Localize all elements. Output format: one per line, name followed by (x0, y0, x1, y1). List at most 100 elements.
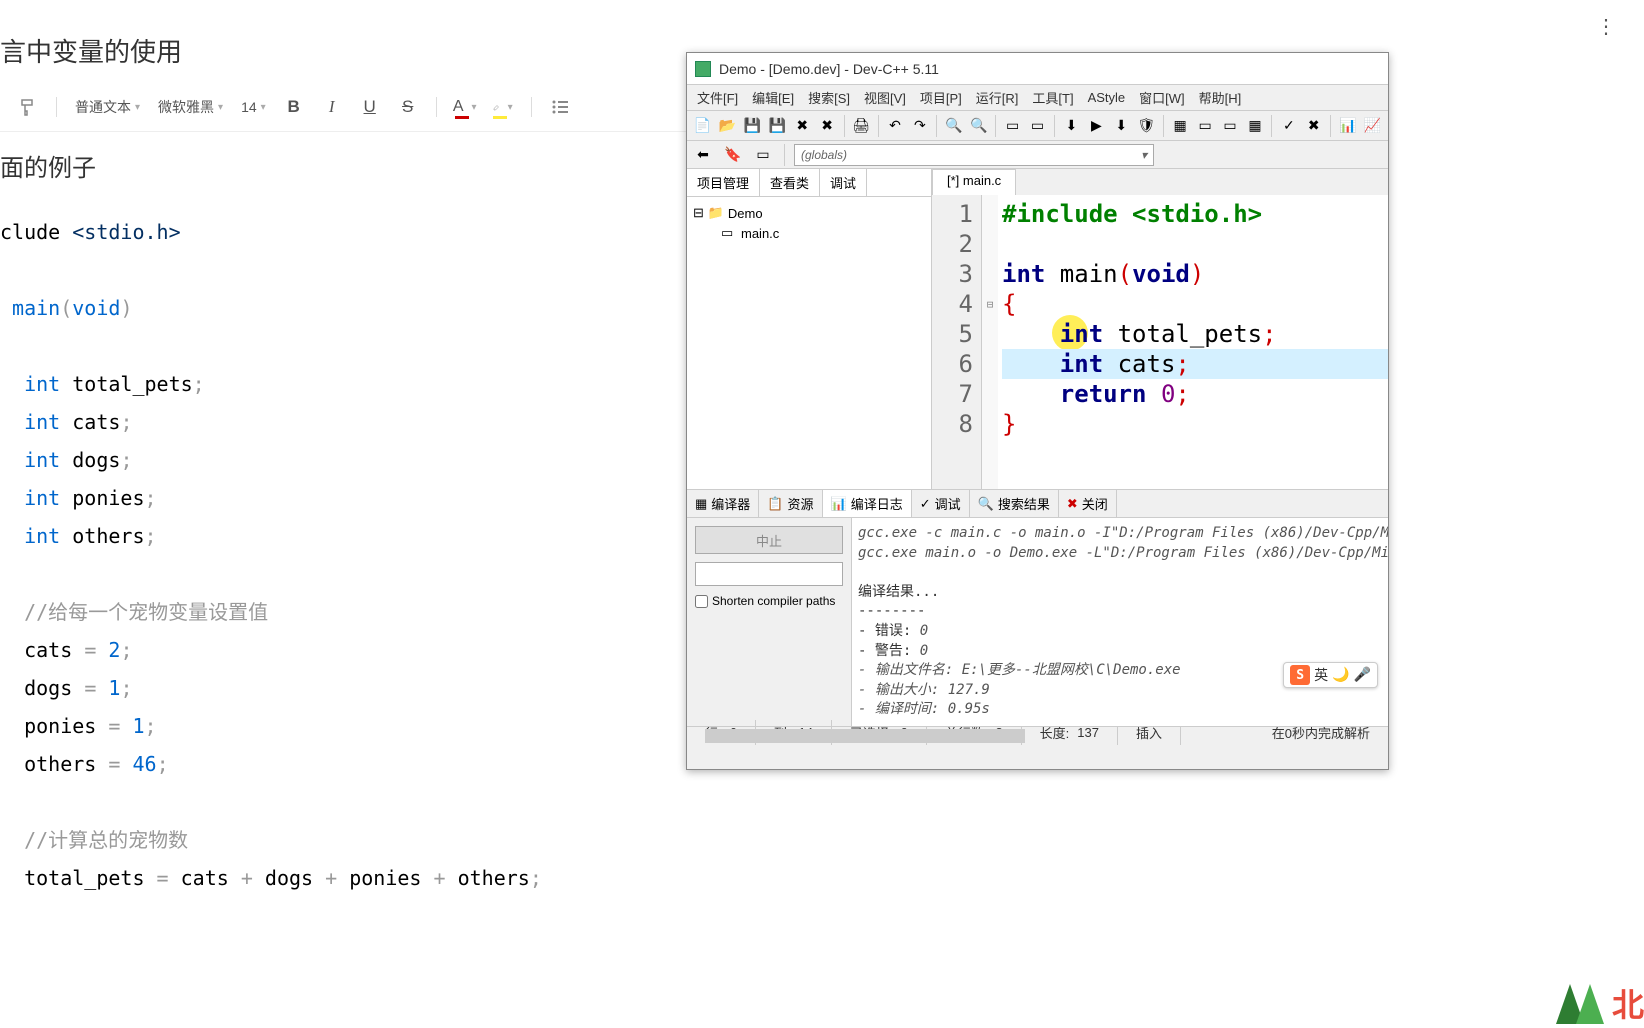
devcpp-window: Demo - [Demo.dev] - Dev-C++ 5.11 文件[F] 编… (686, 52, 1389, 770)
tab-project[interactable]: 项目管理 (687, 169, 760, 196)
compile-run-icon[interactable]: ⬇ (1110, 114, 1133, 138)
file-icon: ▭ (721, 225, 737, 241)
moon-icon: 🌙 (1332, 667, 1349, 683)
bookmark-icon[interactable]: 🔖 (721, 143, 745, 167)
compile-icon[interactable]: ⬇ (1060, 114, 1083, 138)
replace-icon[interactable]: 🔍 (967, 114, 990, 138)
ime-lang: 英 (1314, 665, 1328, 685)
code-line (0, 330, 686, 362)
delete-icon[interactable]: ✖ (1302, 114, 1325, 138)
underline-button[interactable]: U (360, 97, 380, 117)
main-area: 项目管理 查看类 调试 ⊟📁Demo ▭main.c [*] main.c 1 … (687, 169, 1388, 489)
close-all-icon[interactable]: ✖ (816, 114, 839, 138)
titlebar[interactable]: Demo - [Demo.dev] - Dev-C++ 5.11 (687, 53, 1388, 85)
separator (844, 115, 845, 137)
output-content: 中止 Shorten compiler paths gcc.exe -c mai… (687, 518, 1388, 726)
line-gutter: 1 2 3 4 5 6 7 8 (932, 195, 982, 489)
ime-indicator[interactable]: S 英 🌙 🎤 (1283, 662, 1378, 688)
menu-window[interactable]: 窗口[W] (1133, 86, 1191, 109)
kebab-menu-icon[interactable]: ⋮ (1596, 14, 1616, 39)
code-line: clude <stdio.h> (0, 216, 686, 248)
menu-astyle[interactable]: AStyle (1082, 88, 1132, 107)
print-icon[interactable]: 🖨 (850, 114, 873, 138)
tree-root[interactable]: ⊟📁Demo (693, 203, 925, 223)
save-icon[interactable]: 💾 (741, 114, 764, 138)
logo-icon (1556, 978, 1606, 1028)
tab-classes[interactable]: 查看类 (760, 169, 820, 196)
scrollbar-thumb[interactable] (705, 729, 1025, 743)
code-content[interactable]: #include <stdio.h> int main(void) { int … (998, 195, 1388, 489)
grid4-icon[interactable]: ▦ (1243, 114, 1266, 138)
outdent-icon[interactable]: ▭ (1026, 114, 1049, 138)
stop-button[interactable]: 中止 (695, 526, 843, 554)
font-color-button[interactable]: A▾ (455, 97, 475, 117)
grid-icon: ▦ (695, 496, 707, 512)
goto-icon[interactable]: ⬅ (691, 143, 715, 167)
sogou-icon: S (1290, 665, 1310, 685)
tab-close[interactable]: ✖关闭 (1059, 490, 1117, 517)
menu-run[interactable]: 运行[R] (970, 86, 1025, 109)
resource-icon: 📋 (767, 496, 783, 512)
save-all-icon[interactable]: 💾 (766, 114, 789, 138)
highlight-color-button[interactable]: ▾ (493, 97, 513, 117)
strikethrough-button[interactable]: S (398, 97, 418, 117)
project-tree: ⊟📁Demo ▭main.c (687, 197, 931, 249)
menu-view[interactable]: 视图[V] (858, 86, 912, 109)
mic-icon: 🎤 (1354, 667, 1371, 683)
new-file-icon[interactable]: 📄 (691, 114, 714, 138)
italic-button[interactable]: I (322, 97, 342, 117)
globals-dropdown[interactable]: (globals)▾ (794, 144, 1154, 166)
grid2-icon[interactable]: ▭ (1194, 114, 1217, 138)
compile-log[interactable]: gcc.exe -c main.c -o main.o -I"D:/Progra… (852, 518, 1388, 726)
menu-edit[interactable]: 编辑[E] (746, 86, 800, 109)
menu-project[interactable]: 项目[P] (914, 86, 968, 109)
tree-file[interactable]: ▭main.c (721, 223, 925, 243)
run-icon[interactable]: ▶ (1085, 114, 1108, 138)
font-size-dropdown[interactable]: 14▾ (241, 99, 266, 115)
redo-icon[interactable]: ↷ (908, 114, 931, 138)
menu-help[interactable]: 帮助[H] (1193, 86, 1248, 109)
chart-icon[interactable]: 📊 (1336, 114, 1359, 138)
code-line: total_pets = cats + dogs + ponies + othe… (0, 862, 686, 894)
horizontal-scrollbar[interactable] (687, 726, 1388, 727)
bullet-list-button[interactable] (550, 97, 570, 117)
code-line: ponies = 1; (0, 710, 686, 742)
indent-icon[interactable]: ▭ (1001, 114, 1024, 138)
document-pane: 言中变量的使用 普通文本▾ 微软雅黑▾ 14▾ B I U S A▾ ▾ 面的例… (0, 0, 686, 1028)
chart-icon: 📊 (831, 496, 847, 512)
fold-toggle-icon[interactable]: ⊟ (982, 289, 998, 319)
menu-file[interactable]: 文件[F] (691, 86, 744, 109)
stats-icon[interactable]: 📈 (1361, 114, 1384, 138)
close-icon: ✖ (1067, 496, 1078, 512)
separator (436, 97, 437, 117)
separator (1163, 115, 1164, 137)
undo-icon[interactable]: ↶ (883, 114, 906, 138)
toggle-icon[interactable]: ▭ (751, 143, 775, 167)
main-toolbar: 📄 📂 💾 💾 ✖ ✖ 🖨 ↶ ↷ 🔍 🔍 ▭ ▭ ⬇ ▶ ⬇ 🛡 ▦ ▭ ▭ … (687, 111, 1388, 141)
code-editor[interactable]: 1 2 3 4 5 6 7 8 ⊟ #include <stdio.h> (932, 195, 1388, 489)
separator (531, 97, 532, 117)
menu-tools[interactable]: 工具[T] (1026, 86, 1079, 109)
shorten-paths-checkbox[interactable]: Shorten compiler paths (695, 594, 843, 608)
grid1-icon[interactable]: ▦ (1169, 114, 1192, 138)
font-family-dropdown[interactable]: 微软雅黑▾ (158, 97, 223, 117)
tab-debug[interactable]: 调试 (820, 169, 867, 196)
bold-button[interactable]: B (284, 97, 304, 117)
menu-search[interactable]: 搜索[S] (802, 86, 856, 109)
tab-resources[interactable]: 📋资源 (759, 490, 822, 517)
close-icon[interactable]: ✖ (791, 114, 814, 138)
tab-compile-log[interactable]: 📊编译日志 (823, 490, 912, 517)
debug-icon[interactable]: 🛡 (1135, 114, 1158, 138)
open-file-icon[interactable]: 📂 (716, 114, 739, 138)
tab-search-results[interactable]: 🔍搜索结果 (970, 490, 1059, 517)
find-icon[interactable]: 🔍 (942, 114, 965, 138)
compile-input[interactable] (695, 562, 843, 586)
paragraph-style-dropdown[interactable]: 普通文本▾ (75, 97, 140, 117)
tab-compiler[interactable]: ▦编译器 (687, 490, 759, 517)
tab-debug-output[interactable]: ✓调试 (912, 490, 970, 517)
format-painter-icon[interactable] (18, 97, 38, 117)
check-icon[interactable]: ✓ (1277, 114, 1300, 138)
editor-tab-main[interactable]: [*] main.c (932, 169, 1016, 195)
grid3-icon[interactable]: ▭ (1219, 114, 1242, 138)
check-icon: ✓ (920, 496, 931, 512)
